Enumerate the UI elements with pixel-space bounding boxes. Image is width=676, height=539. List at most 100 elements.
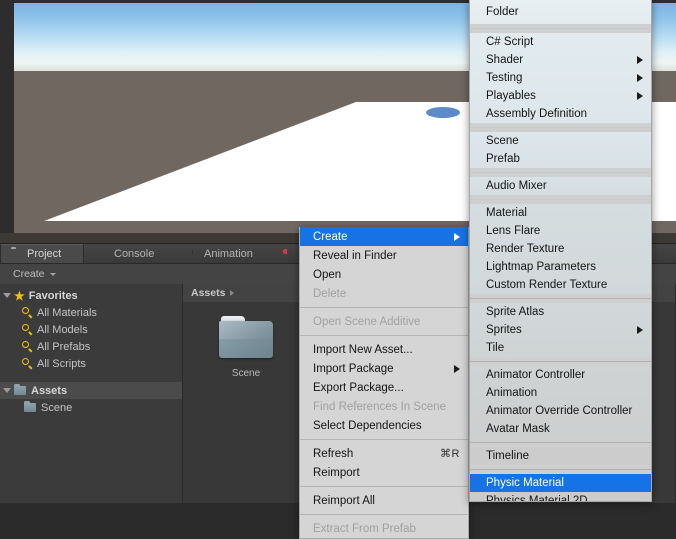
submenu-item-label: Tile xyxy=(486,342,505,354)
tab-animation[interactable]: Animation xyxy=(178,244,263,263)
submenu-item-label: Animation xyxy=(486,387,538,399)
menu-separator xyxy=(300,335,468,336)
menu-item-find-references-in-scene: Find References In Scene xyxy=(300,397,468,416)
menu-separator xyxy=(300,486,468,487)
submenu-item-sprite-atlas[interactable]: Sprite Atlas xyxy=(470,303,651,321)
create-dropdown-button[interactable]: Create xyxy=(6,267,63,282)
submenu-item-label: Lens Flare xyxy=(486,225,541,237)
console-icon xyxy=(98,248,109,259)
submenu-item-tile[interactable]: Tile xyxy=(470,339,651,357)
submenu-item-timeline[interactable]: Timeline xyxy=(470,447,651,465)
menu-item-reimport[interactable]: Reimport xyxy=(300,463,468,482)
menu-item-import-package[interactable]: Import Package xyxy=(300,359,468,378)
submenu-item-label: Physics Material 2D xyxy=(486,495,588,502)
chevron-down-icon[interactable] xyxy=(0,293,14,298)
submenu-group: Sprite Atlas Sprites Tile xyxy=(470,303,651,357)
tab-label: Console xyxy=(114,247,155,260)
submenu-item-label: Material xyxy=(486,207,527,219)
submenu-group: Timeline xyxy=(470,447,651,465)
menu-item-label: Reimport All xyxy=(313,494,375,507)
menu-item-select-dependencies[interactable]: Select Dependencies xyxy=(300,416,468,435)
menu-item-create[interactable]: Create xyxy=(300,227,468,246)
folder-icon xyxy=(24,400,36,412)
menu-item-label: Create xyxy=(313,230,348,243)
search-icon xyxy=(22,307,33,318)
tree-item-assets[interactable]: Assets xyxy=(0,382,182,399)
menu-separator xyxy=(300,307,468,308)
submenu-item-physic-material[interactable]: Physic Material xyxy=(470,474,651,492)
menu-item-refresh[interactable]: Refresh ⌘R xyxy=(300,444,468,463)
folder-icon xyxy=(11,249,22,260)
chevron-right-icon xyxy=(637,92,643,100)
submenu-item-material[interactable]: Material xyxy=(470,204,651,222)
submenu-item-sprites[interactable]: Sprites xyxy=(470,321,651,339)
submenu-item-label: Assembly Definition xyxy=(486,108,587,120)
asset-grid-item[interactable]: Scene xyxy=(205,316,287,379)
breadcrumb-label: Assets xyxy=(191,287,226,299)
tree-item-label: Favorites xyxy=(28,289,78,302)
submenu-group: Animator Controller Animation Animator O… xyxy=(470,366,651,438)
submenu-item-folder[interactable]: Folder xyxy=(470,3,651,21)
submenu-item-scene[interactable]: Scene xyxy=(470,132,651,150)
submenu-item-animation[interactable]: Animation xyxy=(470,384,651,402)
submenu-item-playables[interactable]: Playables xyxy=(470,87,651,105)
submenu-item-lens-flare[interactable]: Lens Flare xyxy=(470,222,651,240)
submenu-item-lightmap-parameters[interactable]: Lightmap Parameters xyxy=(470,258,651,276)
tab-console[interactable]: Console xyxy=(88,244,164,263)
submenu-item-render-texture[interactable]: Render Texture xyxy=(470,240,651,258)
submenu-item-avatar-mask[interactable]: Avatar Mask xyxy=(470,420,651,438)
chevron-right-icon xyxy=(230,290,235,296)
menu-item-label: Open Scene Additive xyxy=(313,315,421,328)
submenu-item-animator-override-controller[interactable]: Animator Override Controller xyxy=(470,402,651,420)
search-icon xyxy=(22,341,33,352)
create-dropdown-label: Create xyxy=(13,268,45,280)
submenu-item-physics-material-2d[interactable]: Physics Material 2D xyxy=(470,492,651,502)
tree-item-all-materials[interactable]: All Materials xyxy=(0,304,182,321)
tree-item-favorites[interactable]: ★ Favorites xyxy=(0,287,182,304)
submenu-item-custom-render-texture[interactable]: Custom Render Texture xyxy=(470,276,651,294)
create-submenu[interactable]: Folder C# Script Shader Testing Playable… xyxy=(469,0,652,502)
submenu-item-testing[interactable]: Testing xyxy=(470,69,651,87)
tab-label: Project xyxy=(27,248,62,260)
tree-item-scene[interactable]: Scene xyxy=(0,399,182,416)
submenu-item-label: Prefab xyxy=(486,153,520,165)
submenu-item-c-sharp-script[interactable]: C# Script xyxy=(470,33,651,51)
menu-item-reimport-all[interactable]: Reimport All xyxy=(300,491,468,510)
submenu-separator xyxy=(470,298,651,299)
tree-item-all-models[interactable]: All Models xyxy=(0,321,182,338)
submenu-item-label: Folder xyxy=(486,6,519,18)
profiler-icon xyxy=(283,248,294,259)
submenu-item-label: Playables xyxy=(486,90,536,102)
tree-item-label: Scene xyxy=(41,401,73,414)
sphere-object[interactable] xyxy=(426,107,460,118)
submenu-item-audio-mixer[interactable]: Audio Mixer xyxy=(470,177,651,195)
submenu-item-shader[interactable]: Shader xyxy=(470,51,651,69)
project-tree-pane[interactable]: ★ Favorites All Materials All Models All… xyxy=(0,284,183,503)
menu-item-import-new-asset[interactable]: Import New Asset... xyxy=(300,340,468,359)
asset-context-menu[interactable]: Create Reveal in Finder Open Delete Open… xyxy=(299,227,469,539)
submenu-separator xyxy=(470,442,651,443)
search-icon xyxy=(22,358,33,369)
tree-item-label: All Models xyxy=(37,323,88,336)
submenu-item-label: Lightmap Parameters xyxy=(486,261,596,273)
menu-item-label: Select Dependencies xyxy=(313,419,422,432)
menu-item-label: Delete xyxy=(313,287,347,300)
chevron-right-icon xyxy=(454,364,460,373)
menu-item-export-package[interactable]: Export Package... xyxy=(300,378,468,397)
folder-icon xyxy=(219,316,273,358)
menu-separator xyxy=(300,514,468,515)
asset-label: Scene xyxy=(231,368,261,379)
submenu-item-prefab[interactable]: Prefab xyxy=(470,150,651,168)
menu-item-reveal-in-finder[interactable]: Reveal in Finder xyxy=(300,246,468,265)
chevron-down-icon[interactable] xyxy=(0,388,14,393)
tree-item-all-prefabs[interactable]: All Prefabs xyxy=(0,338,182,355)
submenu-item-assembly-definition[interactable]: Assembly Definition xyxy=(470,105,651,123)
submenu-group: Scene Prefab xyxy=(470,132,651,168)
menu-item-label: Reimport xyxy=(313,466,360,479)
tab-project[interactable]: Project xyxy=(0,244,84,263)
submenu-group: Physic Material Physics Material 2D xyxy=(470,474,651,502)
menu-item-open[interactable]: Open xyxy=(300,265,468,284)
menu-item-label: Import New Asset... xyxy=(313,343,413,356)
tree-item-all-scripts[interactable]: All Scripts xyxy=(0,355,182,372)
submenu-item-animator-controller[interactable]: Animator Controller xyxy=(470,366,651,384)
